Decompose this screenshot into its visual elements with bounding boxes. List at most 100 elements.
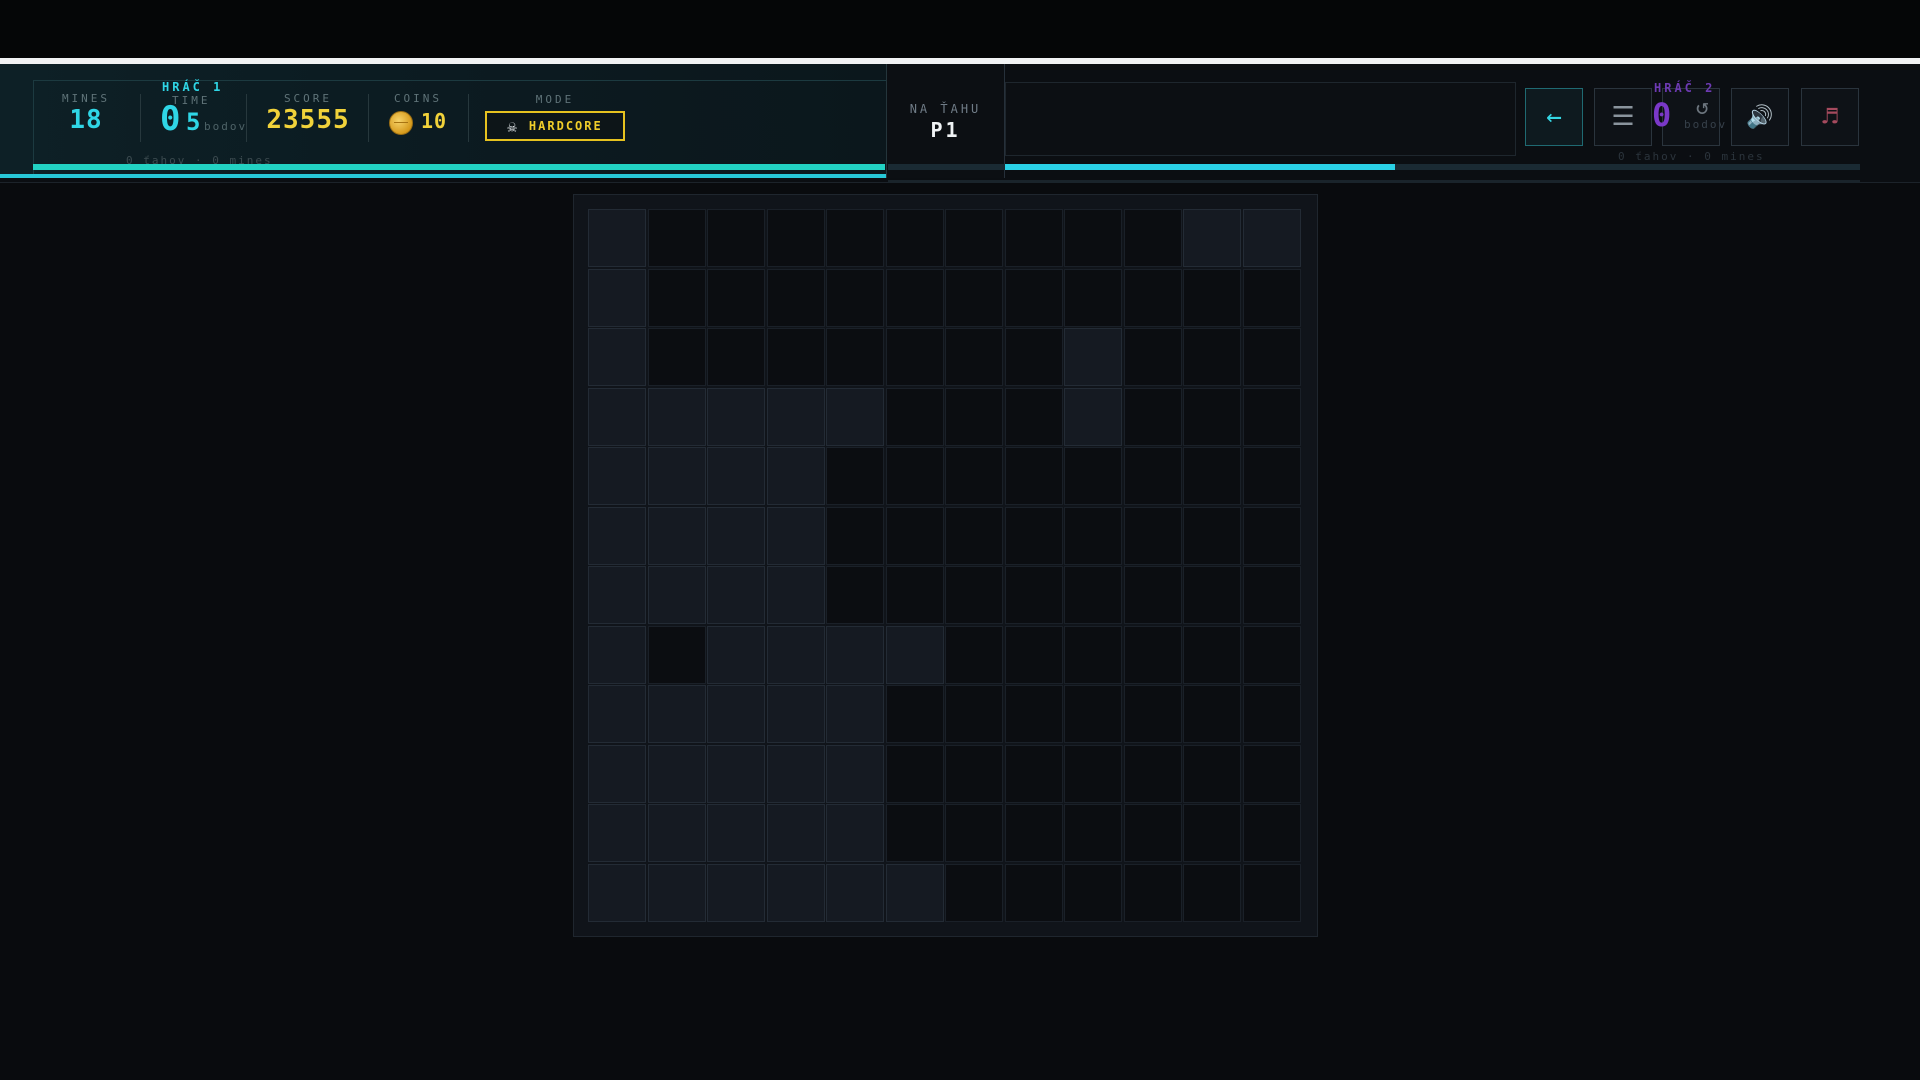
board-cell[interactable] <box>766 804 825 862</box>
board-cell[interactable] <box>766 209 825 267</box>
board-cell[interactable] <box>826 566 884 624</box>
board-cell[interactable] <box>1242 804 1301 862</box>
menu-button[interactable]: ☰ <box>1594 88 1652 146</box>
board-cell[interactable] <box>885 625 944 684</box>
board-cell[interactable] <box>945 625 1003 684</box>
board-cell[interactable] <box>1004 506 1063 565</box>
board-cell[interactable] <box>647 209 706 267</box>
board-cell[interactable] <box>1242 625 1301 684</box>
board-cell[interactable] <box>1064 387 1122 446</box>
board-cell[interactable] <box>1183 268 1241 327</box>
board-cell[interactable] <box>1004 863 1063 922</box>
board-cell[interactable] <box>1183 625 1241 684</box>
board-cell[interactable] <box>945 387 1003 446</box>
board-cell[interactable] <box>1123 566 1182 624</box>
board-cell[interactable] <box>1183 744 1241 803</box>
board-cell[interactable] <box>1123 685 1182 743</box>
board-cell[interactable] <box>766 447 825 505</box>
board-cell[interactable] <box>647 268 706 327</box>
board-cell[interactable] <box>588 328 646 386</box>
board-cell[interactable] <box>1183 804 1241 862</box>
board-cell[interactable] <box>1064 209 1122 267</box>
board-cell[interactable] <box>1064 447 1122 505</box>
board-cell[interactable] <box>647 863 706 922</box>
board-cell[interactable] <box>1242 566 1301 624</box>
board-cell[interactable] <box>707 804 765 862</box>
board-cell[interactable] <box>707 209 765 267</box>
board-cell[interactable] <box>1004 447 1063 505</box>
board-cell[interactable] <box>885 566 944 624</box>
board-cell[interactable] <box>1004 387 1063 446</box>
board-cell[interactable] <box>1123 447 1182 505</box>
board-cell[interactable] <box>1242 209 1301 267</box>
board-cell[interactable] <box>1183 685 1241 743</box>
board-cell[interactable] <box>766 744 825 803</box>
board-cell[interactable] <box>945 209 1003 267</box>
board-cell[interactable] <box>707 387 765 446</box>
board-cell[interactable] <box>588 625 646 684</box>
board-cell[interactable] <box>588 209 646 267</box>
board-cell[interactable] <box>1183 506 1241 565</box>
board-cell[interactable] <box>1064 268 1122 327</box>
board-cell[interactable] <box>945 268 1003 327</box>
board-cell[interactable] <box>1004 268 1063 327</box>
board-cell[interactable] <box>1064 328 1122 386</box>
board-cell[interactable] <box>647 625 706 684</box>
board-cell[interactable] <box>1064 566 1122 624</box>
board-cell[interactable] <box>647 447 706 505</box>
board-cell[interactable] <box>826 744 884 803</box>
music-button[interactable]: ♬ <box>1801 88 1859 146</box>
board-cell[interactable] <box>647 804 706 862</box>
board-cell[interactable] <box>1004 625 1063 684</box>
board-cell[interactable] <box>588 387 646 446</box>
board-cell[interactable] <box>885 744 944 803</box>
mode-badge[interactable]: ☠ HARDCORE <box>485 111 625 141</box>
board-cell[interactable] <box>1064 863 1122 922</box>
board-cell[interactable] <box>647 685 706 743</box>
board-cell[interactable] <box>826 209 884 267</box>
board-cell[interactable] <box>945 685 1003 743</box>
board-cell[interactable] <box>588 506 646 565</box>
board-cell[interactable] <box>766 566 825 624</box>
board-cell[interactable] <box>647 328 706 386</box>
board-cell[interactable] <box>766 328 825 386</box>
board-cell[interactable] <box>647 566 706 624</box>
board-cell[interactable] <box>945 506 1003 565</box>
board-cell[interactable] <box>1004 744 1063 803</box>
board-cell[interactable] <box>588 685 646 743</box>
board-cell[interactable] <box>945 566 1003 624</box>
board-cell[interactable] <box>1183 566 1241 624</box>
board-cell[interactable] <box>885 328 944 386</box>
board-cell[interactable] <box>1004 685 1063 743</box>
board-cell[interactable] <box>945 328 1003 386</box>
board-cell[interactable] <box>1123 506 1182 565</box>
board-cell[interactable] <box>766 506 825 565</box>
board-cell[interactable] <box>707 506 765 565</box>
board-cell[interactable] <box>885 685 944 743</box>
board-cell[interactable] <box>826 268 884 327</box>
board-cell[interactable] <box>1004 328 1063 386</box>
board-cell[interactable] <box>826 387 884 446</box>
board-cell[interactable] <box>1242 328 1301 386</box>
board-cell[interactable] <box>647 506 706 565</box>
board-cell[interactable] <box>945 744 1003 803</box>
board-cell[interactable] <box>1123 328 1182 386</box>
board-cell[interactable] <box>1242 685 1301 743</box>
board-cell[interactable] <box>826 685 884 743</box>
board-cell[interactable] <box>826 447 884 505</box>
board-cell[interactable] <box>1242 744 1301 803</box>
board-cell[interactable] <box>1064 685 1122 743</box>
board-cell[interactable] <box>707 685 765 743</box>
board-cell[interactable] <box>588 863 646 922</box>
board-cell[interactable] <box>1123 625 1182 684</box>
board-cell[interactable] <box>1183 209 1241 267</box>
board-cell[interactable] <box>1004 804 1063 862</box>
board-cell[interactable] <box>707 863 765 922</box>
board-cell[interactable] <box>885 863 944 922</box>
board-cell[interactable] <box>826 625 884 684</box>
board-cell[interactable] <box>826 863 884 922</box>
back-button[interactable]: ← <box>1525 88 1583 146</box>
board-cell[interactable] <box>707 328 765 386</box>
board-cell[interactable] <box>1064 506 1122 565</box>
board-cell[interactable] <box>588 744 646 803</box>
